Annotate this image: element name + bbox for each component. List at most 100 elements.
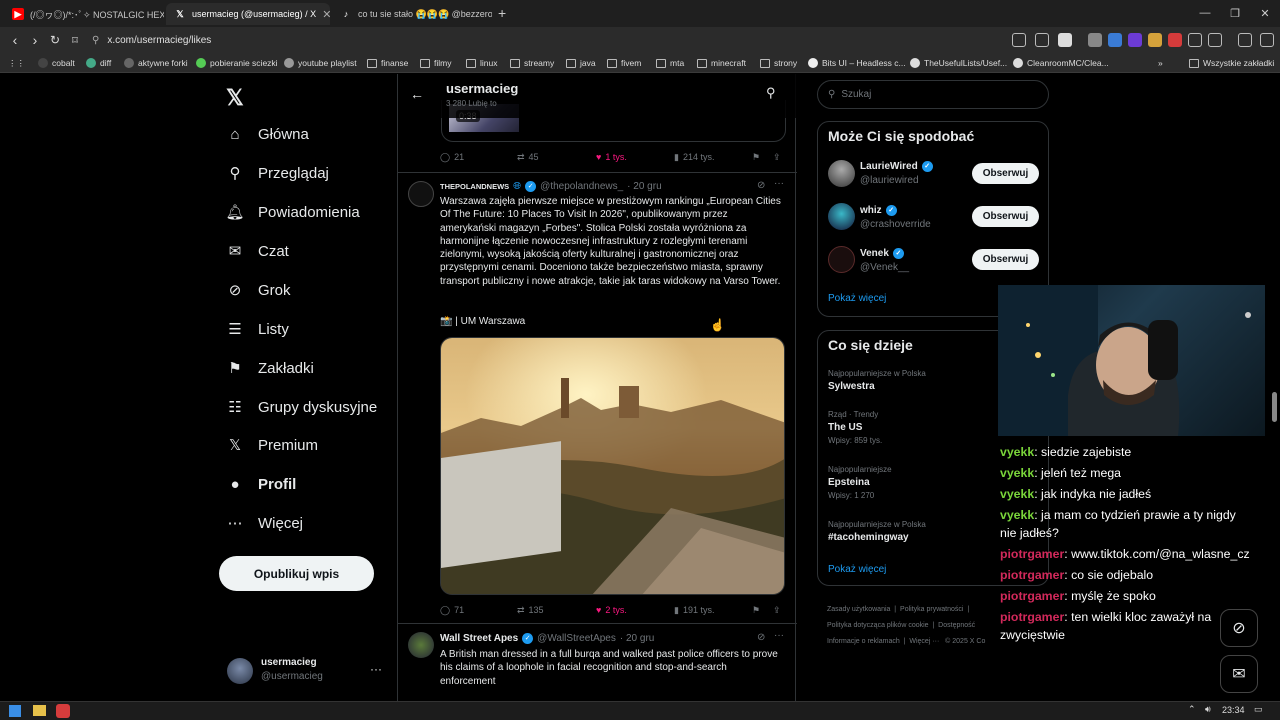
- suggestion-name[interactable]: Venek ✓: [860, 248, 904, 259]
- bookmark-diff[interactable]: diff: [86, 56, 111, 70]
- nav-profile[interactable]: ● Profil: [226, 469, 296, 499]
- bookmark-minecraft[interactable]: minecraft: [697, 56, 746, 70]
- search-input[interactable]: ⚲ Szukaj: [817, 80, 1049, 109]
- back-arrow-icon[interactable]: ←: [410, 86, 424, 102]
- notifications-icon[interactable]: ▭: [1254, 704, 1263, 715]
- retweet-button[interactable]: ⇄ 135: [517, 605, 544, 616]
- post-button[interactable]: Opublikuj wpis: [219, 556, 374, 591]
- extension-icon[interactable]: [1128, 33, 1142, 47]
- sidebar-icon[interactable]: [1208, 33, 1222, 47]
- tweet-author[interactable]: THEPOLANDNEWS: [440, 182, 509, 191]
- trends-show-more-link[interactable]: Pokaż więcej: [828, 564, 886, 575]
- trend-item[interactable]: Najpopularniejsze w Polska #tacohemingwa…: [828, 520, 926, 543]
- bookmark-cobalt[interactable]: cobalt: [38, 56, 75, 70]
- volume-icon[interactable]: 🔊︎: [1205, 704, 1211, 715]
- scrollbar-thumb[interactable]: [1272, 392, 1277, 422]
- bookmark-strony[interactable]: strony: [760, 56, 797, 70]
- reply-button[interactable]: ◯ 71: [440, 605, 464, 616]
- trend-item[interactable]: Rząd · Trendy The US Wpisy: 859 tys.: [828, 410, 882, 445]
- footer-link[interactable]: Więcej ···: [909, 638, 939, 645]
- x-logo-icon[interactable]: 𝕏: [226, 85, 244, 111]
- footer-link[interactable]: Informacje o reklamach: [827, 638, 900, 645]
- shield-icon[interactable]: [1058, 33, 1072, 47]
- more-icon[interactable]: ···: [774, 630, 784, 641]
- trend-item[interactable]: Najpopularniejsze w Polska Sylwestra: [828, 369, 926, 392]
- share-icon[interactable]: ⇪: [773, 152, 781, 163]
- bookmark-usefullists[interactable]: TheUsefulLists/Usef...: [910, 56, 1007, 70]
- tweet-handle[interactable]: @thepolandnews_: [540, 181, 623, 192]
- tweet-date[interactable]: · 20 gru: [627, 181, 661, 192]
- footer-link[interactable]: Dostępność: [938, 622, 975, 629]
- bookmark-java[interactable]: java: [566, 56, 596, 70]
- cast-icon[interactable]: [1012, 33, 1026, 47]
- avatar[interactable]: [828, 246, 855, 273]
- reply-button[interactable]: ◯ 21: [440, 152, 464, 163]
- like-button[interactable]: ♥ 2 tys.: [596, 605, 627, 615]
- bookmark-streamy[interactable]: streamy: [510, 56, 554, 70]
- tweet-author[interactable]: Wall Street Apes: [440, 633, 518, 644]
- follow-button[interactable]: Obserwuj: [972, 206, 1039, 227]
- browser-tab-x[interactable]: 𝕏 usermacieg (@usermacieg) / X ✕: [166, 3, 330, 25]
- more-icon[interactable]: ···: [774, 178, 784, 189]
- site-info-icon[interactable]: ⚲: [92, 35, 99, 46]
- tweet-handle[interactable]: @WallStreetApes: [537, 633, 616, 644]
- bookmark-all[interactable]: Wszystkie zakładki: [1189, 56, 1274, 70]
- browser-tab-nostalgic[interactable]: ▶ (/◎ヮ◎)/*:･ﾟ✧ NOSTALGIC HEXD: [4, 3, 164, 25]
- apps-icon[interactable]: ⋮⋮: [8, 56, 25, 70]
- new-tab-icon[interactable]: +: [498, 5, 506, 21]
- bookmark-fivem[interactable]: fivem: [607, 56, 641, 70]
- nav-lists[interactable]: ☰ Listy: [226, 314, 289, 344]
- reload-icon[interactable]: ↻: [46, 31, 64, 49]
- tweet-avatar[interactable]: [408, 632, 434, 658]
- nav-premium[interactable]: 𝕏 Premium: [226, 430, 318, 460]
- nav-notifications[interactable]: 🔔︎ Powiadomienia: [225, 197, 359, 227]
- bookmark-finanse[interactable]: finanse: [367, 56, 408, 70]
- nav-chat[interactable]: ✉ Czat: [226, 236, 289, 266]
- close-tab-icon[interactable]: ✕: [322, 8, 330, 21]
- bookmark-icon[interactable]: ⚑: [752, 152, 760, 163]
- bookmark-mta[interactable]: mta: [656, 56, 684, 70]
- browser-icon[interactable]: [56, 704, 70, 718]
- bookmark-icon[interactable]: ⚑: [752, 605, 760, 616]
- retweet-button[interactable]: ⇄ 45: [517, 152, 539, 163]
- puzzle-icon[interactable]: [1188, 33, 1202, 47]
- bookmark-linux[interactable]: linux: [466, 56, 497, 70]
- nav-explore[interactable]: ⚲ Przeglądaj: [226, 158, 329, 188]
- messages-floating-button[interactable]: ✉: [1220, 655, 1258, 693]
- minimize-icon[interactable]: —: [1190, 4, 1220, 22]
- avatar[interactable]: [828, 160, 855, 187]
- bookmark-page-icon[interactable]: ⌑: [66, 31, 84, 49]
- pause-icon[interactable]: [1088, 33, 1102, 47]
- extension-icon[interactable]: [1168, 33, 1182, 47]
- footer-link[interactable]: Polityka prywatności: [900, 606, 963, 613]
- bookmark-pobieranie[interactable]: pobieranie sciezki: [196, 56, 278, 70]
- grok-icon[interactable]: ⊘: [757, 180, 765, 191]
- clock[interactable]: 23:34: [1222, 705, 1245, 715]
- bookmark-filmy[interactable]: filmy: [420, 56, 451, 70]
- start-icon[interactable]: [9, 705, 21, 717]
- music-icon[interactable]: [1238, 33, 1252, 47]
- forward-icon[interactable]: ›: [26, 31, 44, 49]
- extension-icon[interactable]: [1108, 33, 1122, 47]
- nav-bookmarks[interactable]: ⚑ Zakładki: [226, 353, 314, 383]
- account-switcher[interactable]: usermacieg @usermacieg ···: [226, 656, 394, 690]
- follow-button[interactable]: Obserwuj: [972, 163, 1039, 184]
- nav-home[interactable]: ⌂ Główna: [226, 119, 308, 149]
- views-button[interactable]: ▮ 191 tys.: [674, 605, 714, 616]
- tweet-avatar[interactable]: [408, 181, 434, 207]
- back-icon[interactable]: ‹: [6, 31, 24, 49]
- tweet-image[interactable]: [440, 337, 785, 595]
- footer-link[interactable]: Zasady użytkowania: [827, 606, 890, 613]
- menu-icon[interactable]: [1260, 33, 1274, 47]
- bookmark-cleanroommc[interactable]: CleanroomMC/Clea...: [1013, 56, 1109, 70]
- nav-communities[interactable]: ☷ Grupy dyskusyjne: [226, 392, 377, 422]
- share-icon[interactable]: ⇪: [773, 605, 781, 616]
- suggestion-name[interactable]: whiz ✓: [860, 205, 897, 216]
- show-more-link[interactable]: Pokaż więcej: [828, 293, 886, 304]
- grok-floating-button[interactable]: ⊘: [1220, 609, 1258, 647]
- bookmark-youtube-playlist[interactable]: youtube playlist: [284, 56, 357, 70]
- address-bar[interactable]: ⚲ x.com/usermacieg/likes: [92, 30, 1092, 50]
- close-window-icon[interactable]: ✕: [1250, 4, 1280, 22]
- tray-chevron-icon[interactable]: ⌃: [1188, 704, 1196, 715]
- nav-more[interactable]: ⋯ Więcej: [226, 508, 304, 538]
